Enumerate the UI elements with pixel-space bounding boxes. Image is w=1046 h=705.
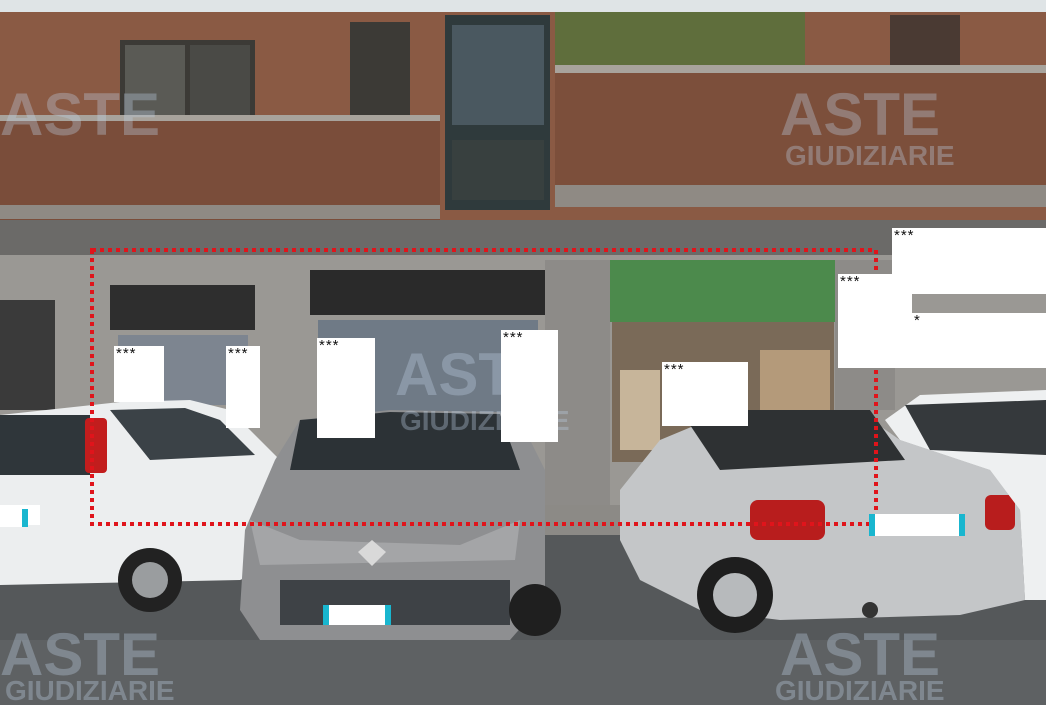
balcony-left [0,115,440,220]
grey-renault [240,410,561,640]
shop-awning-2 [310,270,545,315]
redaction-block-8: * [912,313,1046,368]
redaction-mark: *** [228,345,249,362]
building-facade-photo: ASTE ASTE GIUDIZIARIE ASTE GIUDIZIARIE A… [0,0,1046,705]
redaction-block-6: *** [892,228,1046,294]
slab [0,220,1046,260]
shop-awning-1 [110,285,255,330]
green-shutter [610,260,835,322]
balcony-right [555,65,1046,205]
redaction-mark: *** [664,361,685,378]
redaction-mark: *** [116,345,137,362]
redaction-block-5: *** [662,362,748,426]
redaction-block-4: *** [501,330,558,442]
redaction-mark: *** [894,227,915,244]
redaction-block-7: *** [838,274,912,368]
redaction-block-2: *** [226,346,260,428]
redaction-mark: * [914,312,921,329]
license-plate-redacted-left [0,509,28,527]
redaction-mark: *** [840,273,861,290]
redaction-block-3: *** [317,338,375,438]
license-plate-redacted-right [869,514,965,536]
license-plate-redacted-center [323,605,391,625]
redaction-block-1: *** [114,346,164,402]
redaction-mark: *** [319,337,340,354]
redaction-mark: *** [503,329,524,346]
